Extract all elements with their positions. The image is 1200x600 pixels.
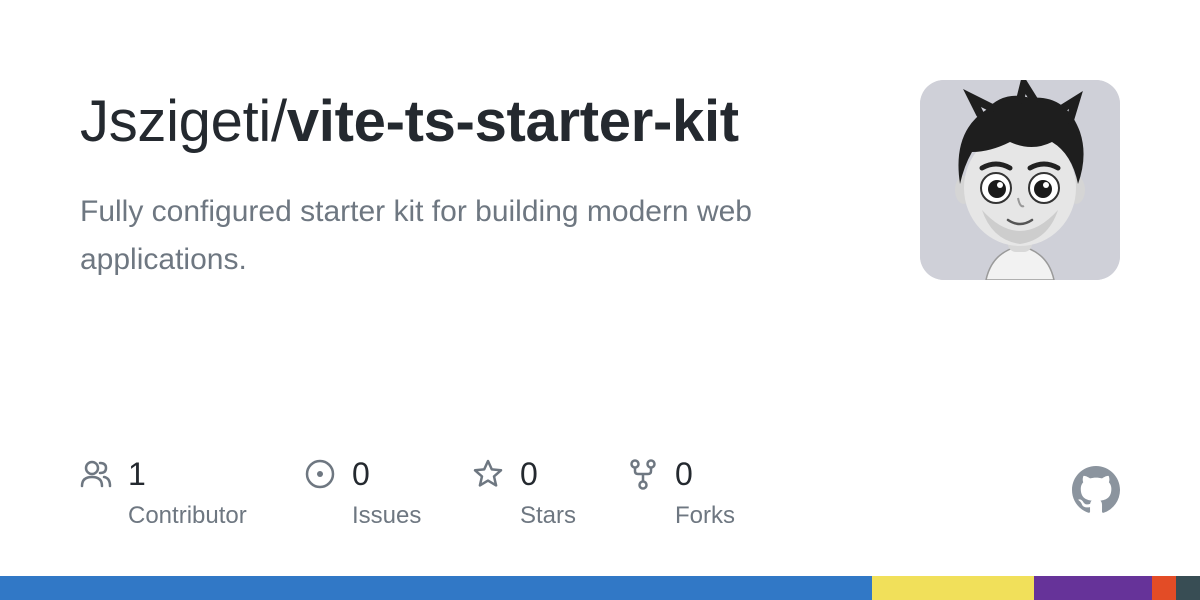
forks-count: 0: [675, 456, 693, 492]
language-segment-4: [1175, 576, 1200, 600]
language-segment-2: [1034, 576, 1152, 600]
forks-label: Forks: [675, 502, 735, 529]
repo-description: Fully configured starter kit for buildin…: [80, 195, 752, 276]
issues-count: 0: [352, 456, 370, 492]
issues-label: Issues: [352, 502, 422, 529]
repo-title: Jszigeti/vite-ts-starter-kit: [80, 84, 880, 160]
star-icon: [473, 459, 503, 487]
fork-icon: [630, 459, 656, 490]
stars-count: 0: [520, 456, 538, 492]
stars-label: Stars: [520, 502, 577, 529]
language-bar: [0, 576, 1200, 600]
issues-icon: [305, 459, 335, 489]
language-segment-0: [0, 576, 873, 600]
contributors-count: 1: [128, 456, 146, 492]
language-segment-3: [1151, 576, 1176, 600]
github-logo-icon[interactable]: [1072, 466, 1120, 514]
repo-name: vite-ts-starter-kit: [286, 89, 739, 154]
contributors-label: Contributor: [128, 502, 247, 529]
language-segment-1: [872, 576, 1035, 600]
contributors-icon: [80, 460, 112, 488]
owner-avatar: [920, 80, 1120, 280]
repo-owner: Jszigeti/: [80, 89, 287, 154]
